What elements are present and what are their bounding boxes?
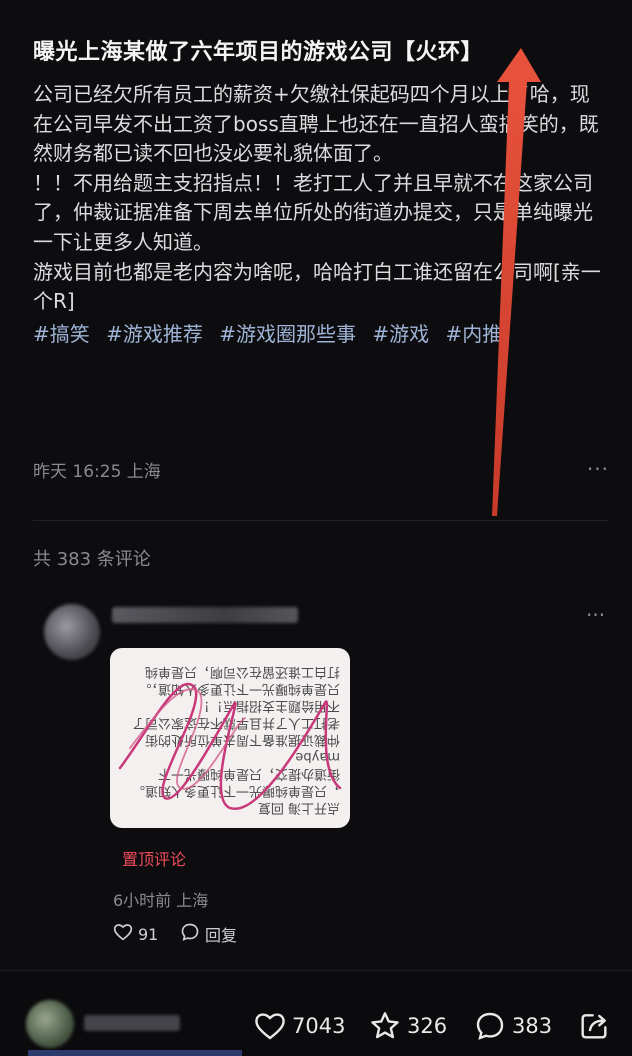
comment-count-bottom: 383 xyxy=(512,1014,553,1038)
post-body: 公司已经欠所有员工的薪资+欠缴社保起码四个月以上了哈，现在公司早发不出工资了bo… xyxy=(33,80,609,317)
comment-like-button[interactable]: 91 xyxy=(113,921,158,947)
divider xyxy=(33,520,609,521)
comment-like-count: 91 xyxy=(138,924,159,944)
comment-button[interactable]: 383 xyxy=(474,1008,552,1044)
commenter-avatar[interactable] xyxy=(44,604,100,660)
post-tags: #搞笑 #游戏推荐 #游戏圈那些事 #游戏 #内推 xyxy=(33,319,609,349)
post-content: 曝光上海某做了六年项目的游戏公司【火环】 公司已经欠所有员工的薪资+欠缴社保起码… xyxy=(33,36,609,482)
star-icon xyxy=(369,1010,401,1042)
comment-image[interactable]: 点开上海 回复 ，只是单纯曝光一下让更多人知道。 街道办提交，只是单纯曝光一下m… xyxy=(110,648,350,828)
comment-input-placeholder-blurred[interactable] xyxy=(84,1015,180,1031)
post-timestamp: 昨天 16:25 上海 xyxy=(33,461,161,482)
pinned-comment-label: 置顶评论 xyxy=(122,850,187,869)
reply-label: 回复 xyxy=(205,926,238,945)
like-button[interactable]: 7043 xyxy=(254,1008,345,1044)
bottom-divider xyxy=(0,970,632,971)
heart-icon xyxy=(113,923,133,945)
commenter-name-blurred[interactable] xyxy=(112,607,298,623)
post-paragraph: 游戏目前也都是老内容为啥呢，哈哈打白工谁还留在公司啊[亲一个R] xyxy=(33,259,601,314)
post-meta-row: 昨天 16:25 上海 ··· xyxy=(33,454,609,484)
share-button[interactable] xyxy=(578,1008,610,1044)
favorite-button[interactable]: 326 xyxy=(369,1008,447,1044)
tag-link[interactable]: #游戏推荐 xyxy=(106,322,203,346)
tag-link[interactable]: #游戏圈那些事 xyxy=(219,322,356,346)
post-paragraph: ！！不用给题主支招指点！！老打工人了并且早就不在这家公司了，仲裁证据准备下周去单… xyxy=(33,170,593,254)
post-paragraph: 公司已经欠所有员工的薪资+欠缴社保起码四个月以上了哈，现在公司早发不出工资了bo… xyxy=(33,82,599,166)
scribble-marks xyxy=(118,682,342,810)
comment-count: 共 383 条评论 xyxy=(33,549,151,570)
input-underline xyxy=(28,1050,242,1056)
comment-reply-button[interactable]: 回复 xyxy=(180,921,237,947)
user-avatar xyxy=(26,1000,74,1048)
favorite-count: 326 xyxy=(407,1014,448,1038)
heart-icon xyxy=(254,1011,286,1041)
speech-bubble-icon xyxy=(180,922,200,946)
share-icon xyxy=(578,1010,610,1042)
like-count: 7043 xyxy=(292,1014,346,1038)
tag-link[interactable]: #搞笑 xyxy=(33,322,90,346)
tag-link[interactable]: #内推 xyxy=(446,322,503,346)
post-more-icon[interactable]: ··· xyxy=(587,457,609,481)
speech-bubble-icon xyxy=(474,1010,506,1042)
post-title: 曝光上海某做了六年项目的游戏公司【火环】 xyxy=(33,40,484,65)
tag-link[interactable]: #游戏 xyxy=(372,322,429,346)
comment-timestamp: 6小时前 上海 xyxy=(113,891,209,910)
comment-more-icon[interactable]: ··· xyxy=(586,603,605,627)
